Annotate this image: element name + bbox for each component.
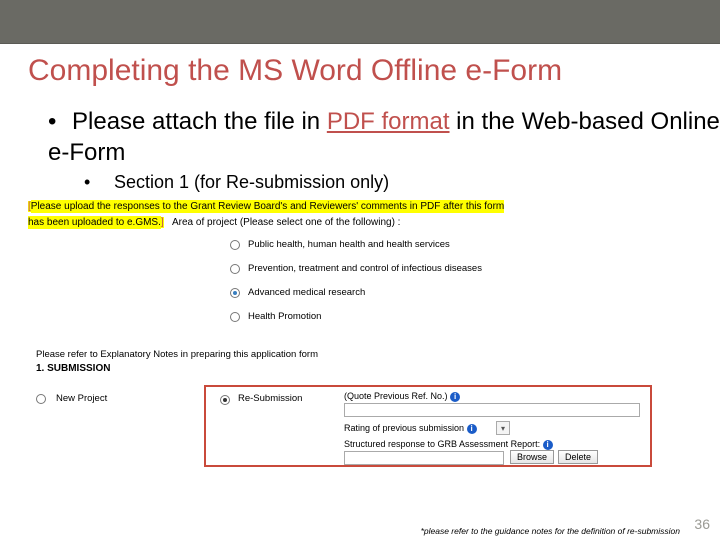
bullet2-text: Section 1 (for Re-submission only) [114,172,389,192]
info-icon[interactable]: i [450,392,460,402]
info-icon[interactable]: i [467,424,477,434]
slide-title: Completing the MS Word Offline e-Form [28,54,720,88]
page-number: 36 [694,516,710,532]
highlight-instruction: [Please upload the responses to the Gran… [28,200,504,229]
radio-public-health[interactable] [230,240,240,250]
submission-header: 1. SUBMISSION [36,363,110,374]
quote-label: (Quote Previous Ref. No.) i [344,391,460,402]
browse-button[interactable]: Browse [510,450,554,464]
radio-resubmission[interactable] [220,395,230,405]
radio-health-promotion[interactable] [230,312,240,322]
rating-label: Rating of previous submission i [344,423,477,434]
opt-prevention: Prevention, treatment and control of inf… [248,263,482,274]
bullet-level1: •Please attach the file in PDF format in… [48,106,720,168]
bullet1-pdf: PDF format [327,108,450,135]
top-bar [0,0,720,44]
radio-advanced[interactable] [230,288,240,298]
delete-button[interactable]: Delete [558,450,598,464]
prev-ref-input[interactable] [344,403,640,417]
opt-health-promotion: Health Promotion [248,311,321,322]
explanatory-note: Please refer to Explanatory Notes in pre… [36,349,318,360]
new-project-label: New Project [56,393,107,404]
resubmission-highlight-box: Re-Submission (Quote Previous Ref. No.) … [204,385,652,467]
rating-dropdown[interactable]: ▾ [496,421,510,435]
footnote: *please refer to the guidance notes for … [421,526,680,536]
bullet-level2: •Section 1 (for Re-submission only) [84,172,720,193]
radio-new-project[interactable] [36,394,46,404]
radio-prevention[interactable] [230,264,240,274]
bullet1-pre: Please attach the file in [72,108,327,135]
opt-public-health: Public health, human health and health s… [248,239,450,250]
resubmission-label: Re-Submission [238,393,302,404]
form-screenshot: [Please upload the responses to the Gran… [28,199,693,469]
opt-advanced: Advanced medical research [248,287,365,298]
area-label: Area of project (Please select one of th… [172,217,400,228]
info-icon[interactable]: i [543,440,553,450]
structured-response-input[interactable] [344,451,504,465]
structured-label: Structured response to GRB Assessment Re… [344,439,553,450]
